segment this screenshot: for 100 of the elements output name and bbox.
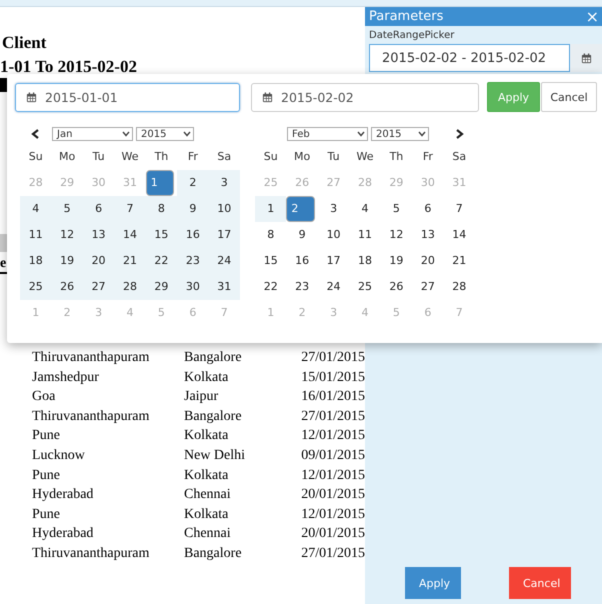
- weekday-label: Fr: [422, 149, 434, 165]
- calendar-day[interactable]: 4: [349, 196, 381, 222]
- calendar-day[interactable]: 31: [208, 274, 240, 300]
- table-cell-text: Kolkata: [184, 506, 230, 524]
- table-cell-text: New Delhi: [184, 446, 246, 465]
- calendar-day[interactable]: 13: [82, 222, 114, 248]
- calendar-day[interactable]: 27: [412, 274, 444, 300]
- cancel-button[interactable]: Cancel: [509, 567, 571, 599]
- calendar-day[interactable]: 30: [177, 274, 209, 300]
- calendar-day[interactable]: 23: [286, 274, 318, 300]
- report-title: Client: [2, 33, 48, 53]
- calendar-day[interactable]: 11: [20, 222, 52, 248]
- calendar-day[interactable]: 25: [349, 274, 381, 300]
- calendar-icon: [26, 92, 37, 102]
- year-select[interactable]: 2015: [371, 127, 429, 141]
- calendar-day[interactable]: 25: [20, 274, 52, 300]
- calendar-day[interactable]: 27: [82, 274, 114, 300]
- calendar-day[interactable]: 11: [349, 222, 381, 248]
- table-cell-text: 12/01/2015: [300, 506, 365, 524]
- calendar-day[interactable]: 4: [20, 196, 52, 222]
- calendar-day[interactable]: 26: [380, 274, 412, 300]
- calendar-button[interactable]: [570, 44, 602, 72]
- calendar-day[interactable]: 2: [286, 196, 315, 222]
- table-cell-text: Kolkata: [184, 427, 230, 446]
- year-select[interactable]: 2015: [136, 127, 194, 141]
- calendar-day[interactable]: 24: [208, 248, 240, 274]
- calendar-day[interactable]: 7: [444, 196, 475, 222]
- weekday-label: Mo: [58, 149, 76, 165]
- end-date-field[interactable]: 2015-02-02: [251, 82, 479, 112]
- calendar-day[interactable]: 5: [380, 196, 412, 222]
- apply-button[interactable]: Apply: [405, 567, 461, 599]
- calendar-day[interactable]: 3: [318, 196, 350, 222]
- table-cell-text: Kolkata: [184, 368, 230, 387]
- date-range-field[interactable]: 2015-02-02 - 2015-02-02: [369, 44, 570, 72]
- calendar-day[interactable]: 10: [318, 222, 350, 248]
- calendar-day[interactable]: 10: [208, 196, 240, 222]
- table-cell-text: 20/01/2015: [300, 486, 365, 504]
- calendar-day[interactable]: 26: [51, 274, 83, 300]
- calendar-day[interactable]: 5: [51, 196, 83, 222]
- calendar-day[interactable]: 21: [114, 248, 146, 274]
- calendar-day[interactable]: 1: [255, 196, 286, 222]
- calendar-day[interactable]: 7: [114, 196, 146, 222]
- calendar-day[interactable]: 17: [208, 222, 240, 248]
- dropdown-caret-icon: [122, 131, 130, 137]
- dropdown-caret-icon: [418, 131, 426, 137]
- calendar-day[interactable]: 3: [208, 170, 240, 196]
- report-date-range: 1-01 To 2015-02-02: [0, 57, 138, 76]
- weekday-label: Su: [28, 149, 44, 165]
- start-date-field[interactable]: 2015-01-01: [15, 82, 240, 112]
- calendar-day[interactable]: 12: [51, 222, 83, 248]
- table-cell-text: 20/01/2015: [300, 525, 365, 544]
- calendar-day[interactable]: 19: [51, 248, 83, 274]
- calendar-day[interactable]: 18: [349, 248, 381, 274]
- calendar-day[interactable]: 6: [82, 196, 114, 222]
- calendar-day[interactable]: 2: [177, 170, 209, 196]
- calendar-day[interactable]: 6: [412, 196, 444, 222]
- calendar-day[interactable]: 14: [444, 222, 475, 248]
- calendar-day[interactable]: 22: [146, 248, 178, 274]
- calendar-day[interactable]: 8: [146, 196, 178, 222]
- calendar-day[interactable]: 16: [177, 222, 209, 248]
- table-cell-text: Bangalore: [184, 544, 243, 563]
- calendar-day[interactable]: 14: [114, 222, 146, 248]
- calendar-day[interactable]: 20: [412, 248, 444, 274]
- weekday-label: Th: [388, 149, 404, 165]
- calendar-day[interactable]: 9: [286, 222, 318, 248]
- calendar-day[interactable]: 28: [114, 274, 146, 300]
- calendar-day[interactable]: 15: [146, 222, 178, 248]
- cancel-button[interactable]: Cancel: [541, 82, 597, 112]
- calendar-day[interactable]: 17: [318, 248, 350, 274]
- weekday-label: Tu: [92, 149, 106, 165]
- calendar-day[interactable]: 8: [255, 222, 286, 248]
- table-cell-text: Thiruvananthapuram: [31, 544, 150, 563]
- field-label: DateRangePicker: [369, 30, 456, 41]
- table-cell-text: 16/01/2015: [300, 388, 365, 406]
- calendar-day[interactable]: 29: [146, 274, 178, 300]
- calendar-day[interactable]: 28: [444, 274, 475, 300]
- month-select[interactable]: Feb: [287, 127, 368, 141]
- calendar-day[interactable]: 13: [412, 222, 444, 248]
- table-cell-text: Lucknow: [31, 446, 86, 465]
- calendar-day[interactable]: 24: [318, 274, 350, 300]
- calendar-day[interactable]: 1: [146, 170, 174, 196]
- calendar-day[interactable]: 21: [444, 248, 475, 274]
- calendar-day[interactable]: 18: [20, 248, 52, 274]
- calendar-day[interactable]: 16: [286, 248, 318, 274]
- table-cell-text: Kolkata: [184, 466, 230, 485]
- calendar-day[interactable]: 22: [255, 274, 286, 300]
- month-select[interactable]: Jan: [52, 127, 133, 141]
- table-cell-text: Pune: [31, 427, 61, 446]
- table-cell-text: Goa: [31, 388, 56, 406]
- weekday-label: Sa: [216, 149, 232, 165]
- table-cell-text: Hyderabad: [31, 525, 94, 544]
- calendar-day[interactable]: 19: [380, 248, 412, 274]
- table-cell-text: 27/01/2015: [300, 544, 365, 563]
- calendar-day[interactable]: 20: [82, 248, 114, 274]
- calendar-day[interactable]: 9: [177, 196, 209, 222]
- table-cell-text: Bangalore: [184, 408, 243, 426]
- calendar-day[interactable]: 23: [177, 248, 209, 274]
- calendar-day[interactable]: 15: [255, 248, 286, 274]
- calendar-day[interactable]: 12: [380, 222, 412, 248]
- table-cell-text: 09/01/2015: [300, 446, 365, 465]
